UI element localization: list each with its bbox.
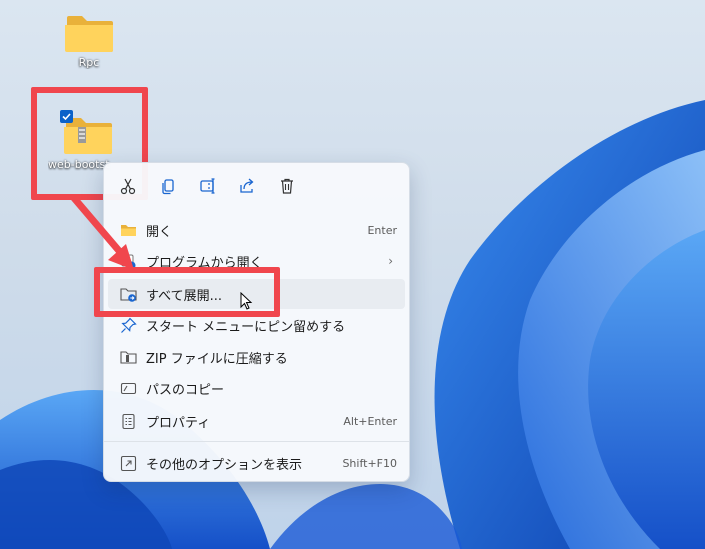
delete-button[interactable] — [275, 175, 299, 197]
more-options-icon — [119, 454, 137, 472]
copy-path-icon — [119, 379, 137, 397]
copy-button[interactable] — [156, 175, 180, 197]
menu-item-copy-path[interactable]: パスのコピー — [108, 373, 405, 403]
delete-icon — [281, 178, 293, 194]
menu-separator — [104, 441, 409, 442]
desktop-icon-label: Rpc — [78, 56, 100, 69]
menu-item-label: プロパティ — [146, 415, 211, 431]
desktop-icon-rpc[interactable]: Rpc — [49, 10, 129, 69]
rename-icon — [200, 178, 215, 194]
share-button[interactable] — [235, 175, 259, 197]
copy-icon — [162, 179, 174, 195]
menu-item-more-options[interactable]: その他のオプションを表示 Shift+F10 — [108, 448, 405, 478]
menu-item-open[interactable]: 開く Enter — [108, 215, 405, 245]
chevron-right-icon: › — [388, 254, 393, 268]
menu-item-label: スタート メニューにピン留めする — [146, 319, 346, 335]
properties-icon — [119, 412, 137, 430]
pin-icon — [119, 316, 137, 334]
rename-button[interactable] — [196, 175, 220, 197]
annotation-arrow — [70, 194, 134, 270]
menu-item-shortcut: Alt+Enter — [343, 414, 397, 428]
menu-item-compress-zip[interactable]: ZIP ファイルに圧縮する — [108, 342, 405, 372]
menu-item-label: ZIP ファイルに圧縮する — [146, 351, 288, 367]
menu-item-shortcut: Enter — [367, 223, 397, 237]
menu-item-label: パスのコピー — [146, 382, 225, 398]
menu-item-shortcut: Shift+F10 — [342, 456, 397, 470]
mouse-cursor-icon — [240, 292, 253, 310]
share-icon — [240, 178, 254, 193]
menu-item-properties[interactable]: プロパティ Alt+Enter — [108, 406, 405, 436]
zip-icon — [119, 348, 137, 366]
menu-item-label: その他のオプションを表示 — [146, 457, 303, 473]
folder-icon — [65, 16, 113, 52]
